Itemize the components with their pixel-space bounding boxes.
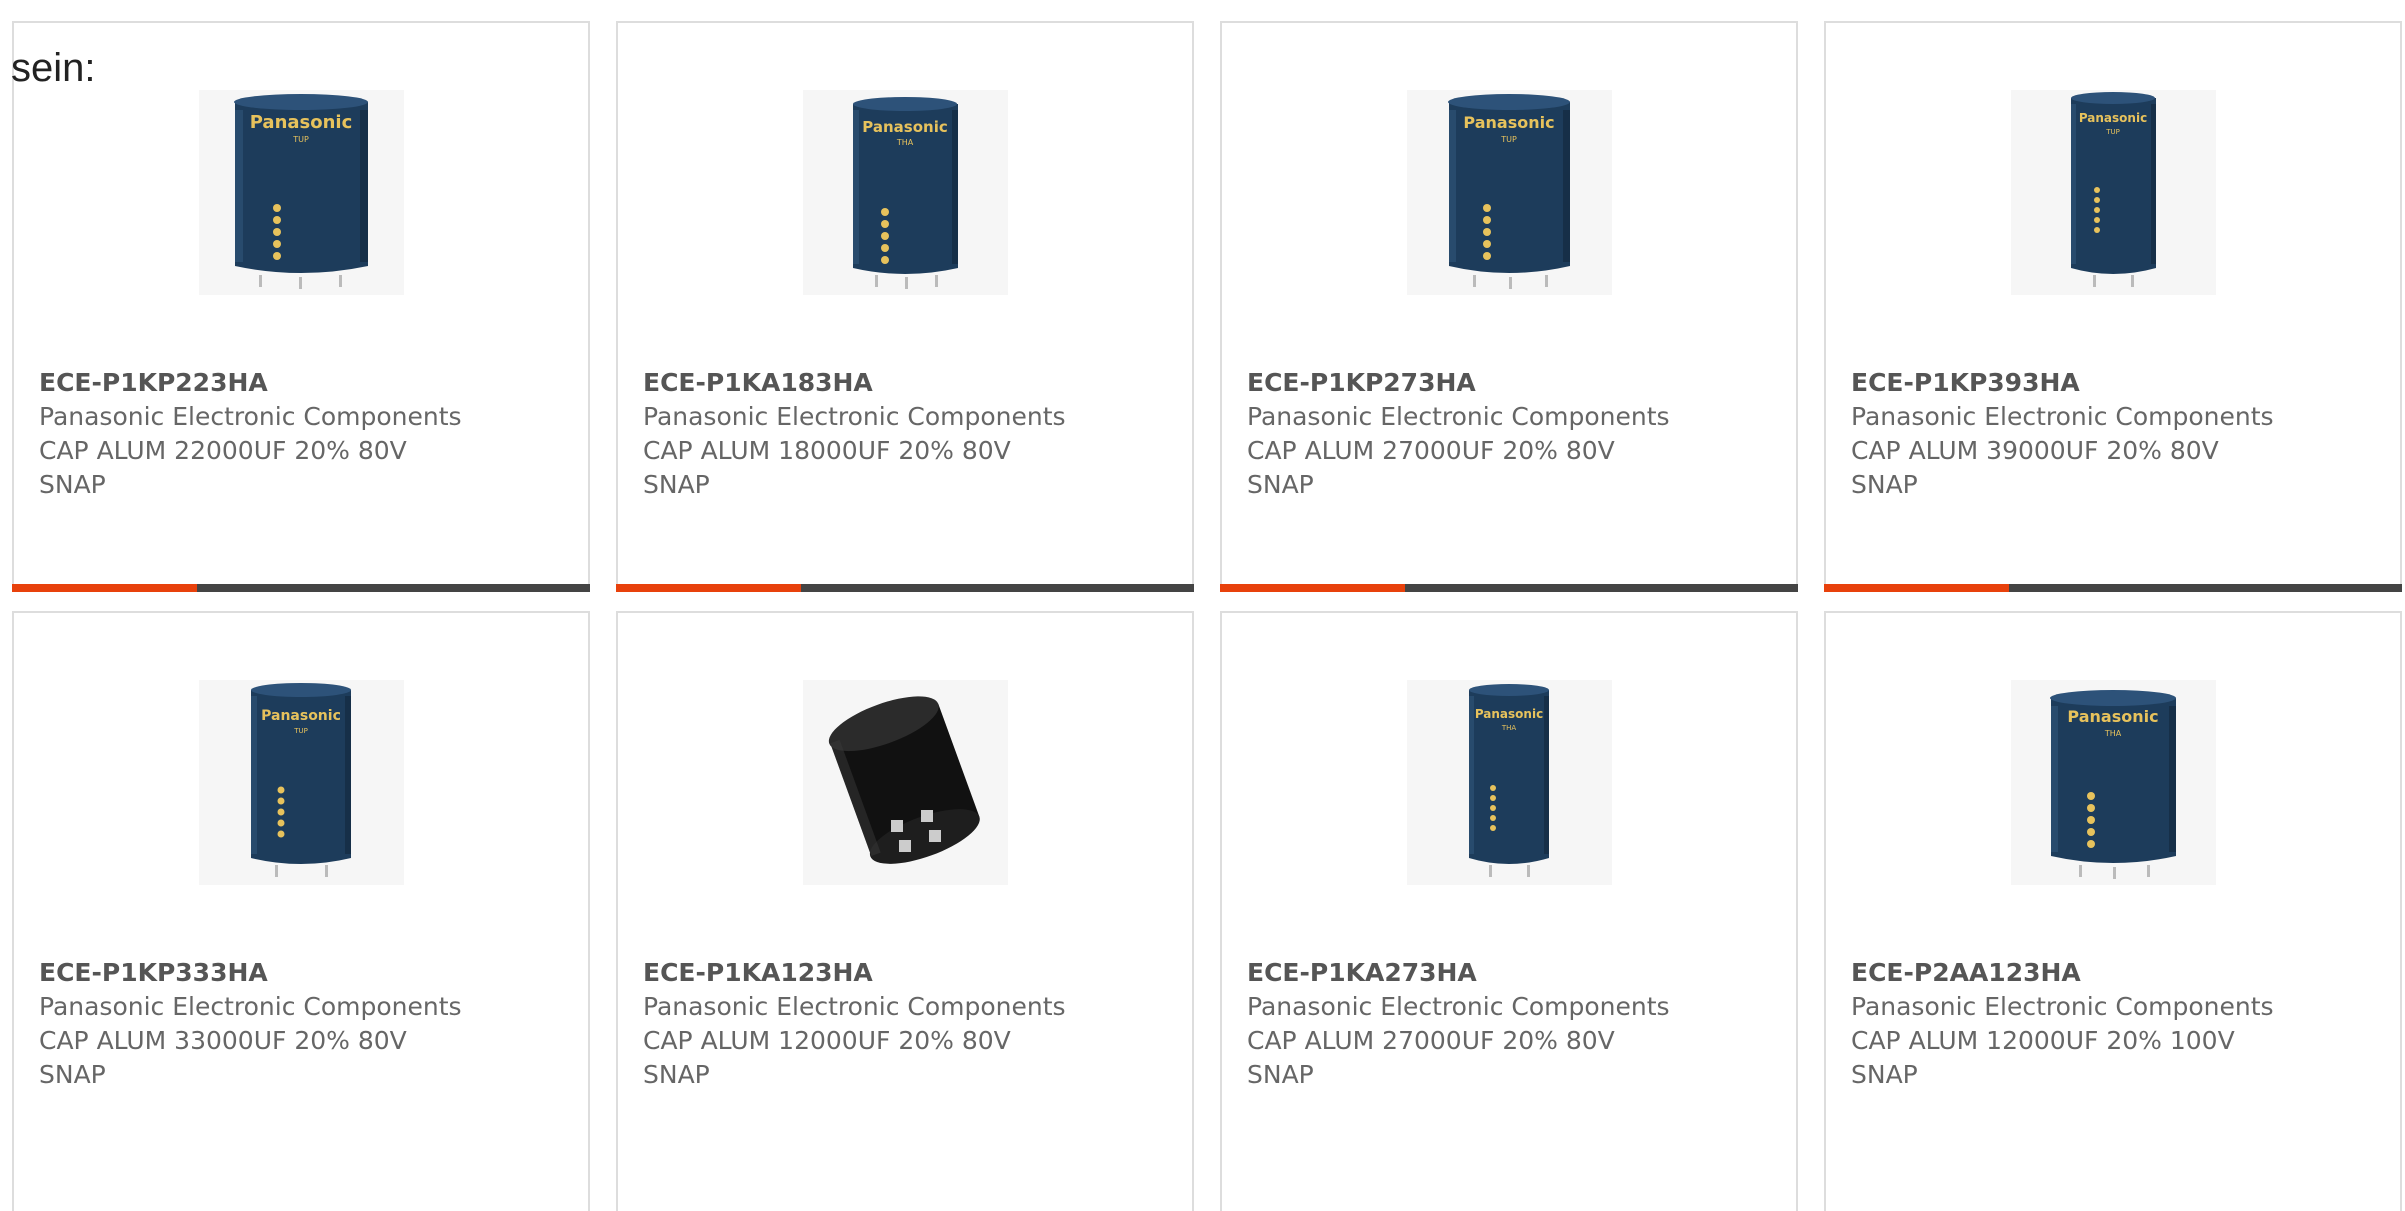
manufacturer-name: Panasonic Electronic Components: [39, 992, 462, 1021]
manufacturer-name: Panasonic Electronic Components: [1851, 402, 2274, 431]
intro-text: sein:: [11, 46, 96, 90]
part-number-link[interactable]: ECE-P2AA123HA: [1851, 956, 2081, 990]
manufacturer-name: Panasonic Electronic Components: [1851, 992, 2274, 1021]
part-number-link[interactable]: ECE-P1KA273HA: [1247, 956, 1477, 990]
svg-text:Panasonic: Panasonic: [261, 708, 341, 724]
product-description: CAP ALUM 18000UF 20% 80V SNAP: [643, 436, 1011, 499]
product-card[interactable]: Panasonic TUP ECE-P1KP393HA Panasonic El…: [1824, 21, 2402, 592]
card-progress-fill: [616, 584, 801, 592]
product-card[interactable]: ECE-P1KA123HA Panasonic Electronic Compo…: [616, 611, 1194, 1211]
svg-text:THA: THA: [2103, 729, 2121, 738]
panasonic-capacitor-image: Panasonic TUP: [198, 680, 404, 885]
product-image[interactable]: Panasonic THA: [802, 90, 1008, 295]
product-description: CAP ALUM 39000UF 20% 80V SNAP: [1851, 436, 2219, 499]
part-number-link[interactable]: ECE-P1KP273HA: [1247, 366, 1476, 400]
part-number-link[interactable]: ECE-P1KP393HA: [1851, 366, 2080, 400]
product-description: CAP ALUM 27000UF 20% 80V SNAP: [1247, 1026, 1615, 1089]
panasonic-capacitor-image: Panasonic THA: [1406, 680, 1612, 885]
svg-text:Panasonic: Panasonic: [862, 118, 947, 136]
manufacturer-name: Panasonic Electronic Components: [643, 992, 1066, 1021]
product-card[interactable]: Panasonic TUP ECE-P1KP333HA Panasonic El…: [12, 611, 590, 1211]
manufacturer-name: Panasonic Electronic Components: [1247, 402, 1670, 431]
black-capacitor-image: [802, 680, 1008, 885]
product-image[interactable]: Panasonic THA: [2010, 680, 2216, 885]
product-description: CAP ALUM 12000UF 20% 100V SNAP: [1851, 1026, 2235, 1089]
manufacturer-name: Panasonic Electronic Components: [643, 402, 1066, 431]
card-progress-bar: [12, 584, 590, 592]
product-image[interactable]: Panasonic TUP: [1406, 90, 1612, 295]
product-description: CAP ALUM 33000UF 20% 80V SNAP: [39, 1026, 407, 1089]
svg-text:Panasonic: Panasonic: [1474, 707, 1542, 721]
manufacturer-name: Panasonic Electronic Components: [39, 402, 462, 431]
part-number-link[interactable]: ECE-P1KA123HA: [643, 956, 873, 990]
product-description: CAP ALUM 22000UF 20% 80V SNAP: [39, 436, 407, 499]
manufacturer-name: Panasonic Electronic Components: [1247, 992, 1670, 1021]
product-image[interactable]: Panasonic THA: [1406, 680, 1612, 885]
svg-text:TUP: TUP: [292, 135, 309, 144]
product-description: CAP ALUM 12000UF 20% 80V SNAP: [643, 1026, 1011, 1089]
svg-text:Panasonic: Panasonic: [1463, 113, 1554, 132]
card-progress-bar: [616, 584, 1194, 592]
product-card[interactable]: Panasonic TUP ECE-P1KP273HA Panasonic El…: [1220, 21, 1798, 592]
product-card[interactable]: Panasonic THA ECE-P2AA123HA Panasonic El…: [1824, 611, 2402, 1211]
card-progress-bar: [1824, 584, 2402, 592]
product-image[interactable]: Panasonic TUP: [198, 90, 404, 295]
product-grid: Panasonic TUP ECE-P1KP223HA Panasonic El…: [12, 21, 2405, 1211]
panasonic-capacitor-image: Panasonic TUP: [198, 90, 404, 295]
card-progress-fill: [12, 584, 197, 592]
svg-text:Panasonic: Panasonic: [249, 112, 352, 133]
product-image[interactable]: Panasonic TUP: [198, 680, 404, 885]
product-image[interactable]: [802, 680, 1008, 885]
svg-text:TUP: TUP: [293, 727, 308, 735]
product-description: CAP ALUM 27000UF 20% 80V SNAP: [1247, 436, 1615, 499]
product-card[interactable]: Panasonic THA ECE-P1KA183HA Panasonic El…: [616, 21, 1194, 592]
svg-text:TUP: TUP: [2105, 128, 2120, 136]
card-progress-fill: [1824, 584, 2009, 592]
product-image[interactable]: Panasonic TUP: [2010, 90, 2216, 295]
part-number-link[interactable]: ECE-P1KA183HA: [643, 366, 873, 400]
part-number-link[interactable]: ECE-P1KP333HA: [39, 956, 268, 990]
svg-text:THA: THA: [1500, 724, 1516, 732]
card-progress-fill: [1220, 584, 1405, 592]
svg-text:THA: THA: [895, 138, 913, 147]
card-progress-bar: [1220, 584, 1798, 592]
panasonic-capacitor-image: Panasonic THA: [2010, 680, 2216, 885]
panasonic-capacitor-image: Panasonic TUP: [2010, 90, 2216, 295]
svg-text:Panasonic: Panasonic: [2078, 111, 2146, 125]
part-number-link[interactable]: ECE-P1KP223HA: [39, 366, 268, 400]
product-card[interactable]: Panasonic THA ECE-P1KA273HA Panasonic El…: [1220, 611, 1798, 1211]
panasonic-capacitor-image: Panasonic THA: [802, 90, 1008, 295]
svg-text:TUP: TUP: [1500, 135, 1517, 144]
panasonic-capacitor-image: Panasonic TUP: [1406, 90, 1612, 295]
svg-text:Panasonic: Panasonic: [2067, 707, 2158, 726]
product-card[interactable]: Panasonic TUP ECE-P1KP223HA Panasonic El…: [12, 21, 590, 592]
